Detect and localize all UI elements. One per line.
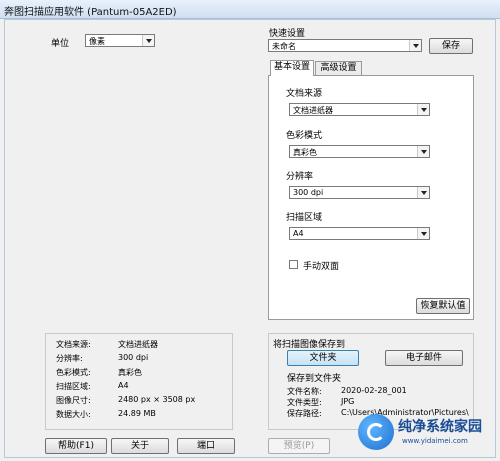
unit-label: 单位	[51, 39, 70, 49]
chevron-down-icon[interactable]	[409, 40, 421, 51]
about-button[interactable]: 关于	[111, 438, 169, 454]
document-source-label: 文档来源	[286, 89, 323, 99]
info-key: 文档来源:	[56, 340, 91, 349]
scanner-window: 奔图扫描应用软件 (Pantum-05A2ED) 单位 像素 快速设置 未命名 …	[0, 0, 500, 461]
scan-area-value: A4	[293, 229, 304, 238]
info-value: 真彩色	[118, 368, 142, 377]
chevron-down-icon[interactable]	[417, 228, 429, 239]
resolution-select[interactable]: 300 dpi	[289, 186, 430, 199]
restore-defaults-button[interactable]: 恢复默认值	[416, 298, 470, 314]
preview-button[interactable]: 预览(P)	[268, 438, 330, 454]
unit-select[interactable]: 像素	[85, 34, 155, 47]
unit-value: 像素	[89, 37, 105, 46]
document-source-select[interactable]: 文档进纸器	[289, 103, 430, 116]
window-title: 奔图扫描应用软件 (Pantum-05A2ED)	[4, 7, 177, 18]
color-mode-label: 色彩模式	[286, 131, 323, 141]
tab-advanced-settings[interactable]: 高级设置	[315, 61, 362, 76]
basic-settings-panel: 文档来源 文档进纸器 色彩模式 真彩色 分辨率 300 dpi 扫描区域 A4 …	[268, 75, 474, 320]
info-value: A4	[118, 381, 129, 390]
file-type-key: 文件类型:	[287, 398, 322, 407]
chevron-down-icon[interactable]	[417, 104, 429, 115]
quick-settings-label: 快速设置	[269, 29, 306, 39]
info-value: 24.89 MB	[118, 409, 156, 418]
info-key: 数据大小:	[56, 410, 91, 419]
save-to-folder-button[interactable]: 文件夹	[287, 350, 359, 366]
watermark-url: www.yidaimei.com	[402, 437, 468, 445]
scan-area-select[interactable]: A4	[289, 227, 430, 240]
info-key: 图像尺寸:	[56, 396, 91, 405]
save-to-email-button[interactable]: 电子邮件	[385, 350, 463, 366]
manual-duplex-checkbox[interactable]	[289, 260, 298, 269]
client-area: 单位 像素 快速设置 未命名 保存 基本设置 高级设置 文档来源 文档进纸器 色…	[4, 19, 496, 458]
help-button[interactable]: 帮助(F1)	[45, 438, 107, 454]
save-to-folder-title: 保存到文件夹	[287, 374, 342, 384]
document-source-value: 文档进纸器	[293, 106, 333, 115]
scan-area-label: 扫描区域	[286, 213, 323, 223]
info-value: 2480 px × 3508 px	[118, 395, 196, 404]
info-key: 色彩模式:	[56, 368, 91, 377]
quick-settings-value: 未命名	[272, 42, 296, 51]
port-button[interactable]: 端口	[177, 438, 235, 454]
title-bar: 奔图扫描应用软件 (Pantum-05A2ED)	[0, 0, 500, 19]
info-key: 分辨率:	[56, 354, 83, 363]
watermark-title: 纯净系统家园	[398, 419, 482, 435]
resolution-label: 分辨率	[286, 172, 314, 182]
site-watermark: 纯净系统家园 www.yidaimei.com	[358, 410, 498, 456]
chevron-down-icon[interactable]	[417, 187, 429, 198]
chevron-down-icon[interactable]	[417, 146, 429, 157]
scan-info-group: 文档来源: 文档进纸器 分辨率: 300 dpi 色彩模式: 真彩色 扫描区域:…	[45, 333, 233, 430]
info-key: 扫描区域:	[56, 382, 91, 391]
file-type-value: JPG	[341, 397, 355, 406]
save-settings-button[interactable]: 保存	[429, 38, 473, 54]
tab-basic-settings[interactable]: 基本设置	[270, 60, 314, 76]
resolution-value: 300 dpi	[293, 188, 324, 197]
file-name-key: 文件名称:	[287, 387, 322, 396]
quick-settings-select[interactable]: 未命名	[268, 39, 422, 52]
chevron-down-icon[interactable]	[142, 35, 154, 46]
save-path-key: 保存路径:	[287, 409, 322, 418]
file-name-value: 2020-02-28_001	[341, 386, 407, 395]
color-mode-select[interactable]: 真彩色	[289, 145, 430, 158]
save-destination-title: 将扫描图像保存到	[273, 340, 346, 350]
color-mode-value: 真彩色	[293, 148, 317, 157]
info-value: 文档进纸器	[118, 340, 158, 349]
info-value: 300 dpi	[118, 353, 149, 362]
manual-duplex-label: 手动双面	[303, 262, 340, 272]
watermark-logo-icon	[358, 414, 394, 450]
